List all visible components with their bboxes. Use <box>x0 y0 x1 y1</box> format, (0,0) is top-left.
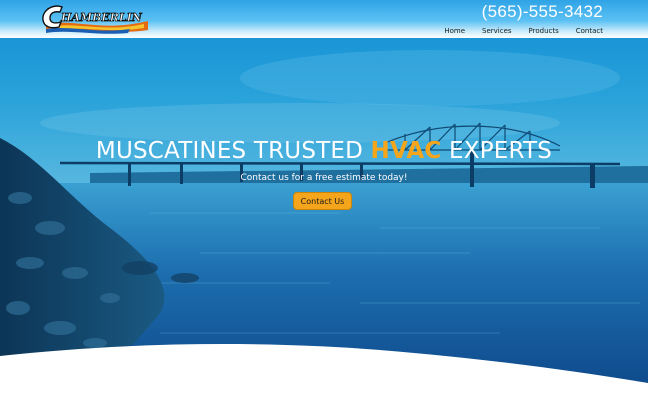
nav-home[interactable]: Home <box>444 27 465 35</box>
main-nav: Home Services Products Contact <box>444 27 603 35</box>
site-header: HAMBERLIN (565)-555-3432 Home Services P… <box>0 0 648 38</box>
nav-products[interactable]: Products <box>529 27 559 35</box>
chamberlin-logo[interactable]: HAMBERLIN <box>40 3 152 34</box>
nav-services[interactable]: Services <box>482 27 512 35</box>
hero-title-accent: HVAC <box>370 138 442 164</box>
contact-us-button[interactable]: Contact Us <box>293 192 352 210</box>
svg-text:HAMBERLIN: HAMBERLIN <box>60 11 143 24</box>
hero-title: MUSCATINES TRUSTED HVAC EXPERTS <box>0 138 648 164</box>
phone-number[interactable]: (565)-555-3432 <box>482 2 603 22</box>
nav-contact[interactable]: Contact <box>576 27 603 35</box>
hero-title-prefix: MUSCATINES TRUSTED <box>95 138 371 164</box>
hero-section: MUSCATINES TRUSTED HVAC EXPERTS Contact … <box>0 38 648 400</box>
hero-title-suffix: EXPERTS <box>441 138 553 164</box>
hero-river-bridge-image <box>0 38 648 400</box>
hero-subtitle: Contact us for a free estimate today! <box>240 173 408 183</box>
